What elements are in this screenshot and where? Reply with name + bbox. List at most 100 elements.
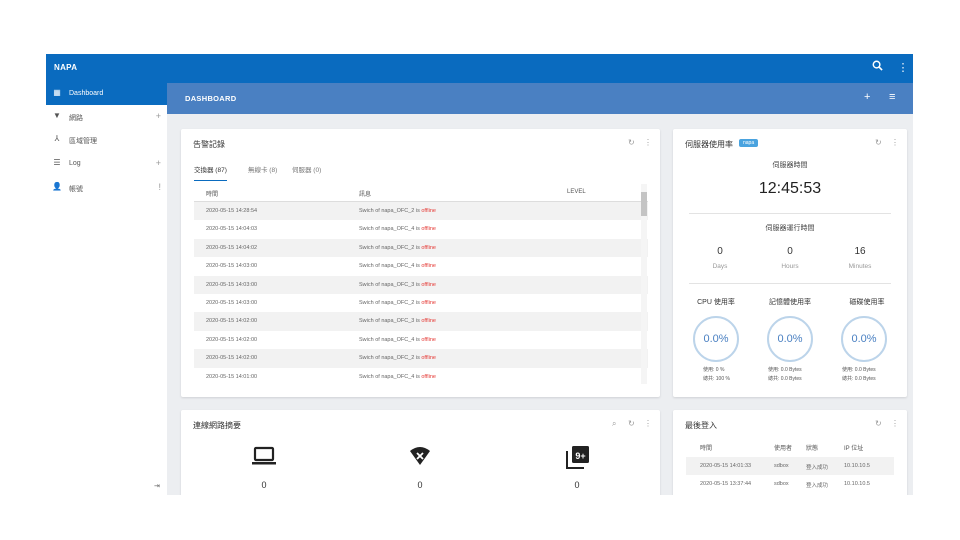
card-title: 連線網路摘要 [193,421,241,430]
sidebar-item-label: Log [69,160,81,167]
table-row[interactable]: 2020-05-15 13:37:44 sdbox 登入成功 10.10.10.… [686,475,894,493]
status-badge: offline [421,226,436,233]
uptime-days: 0 [717,246,723,257]
table-row[interactable]: 2020-05-15 14:28:54 Swich of napa_OFC_2 i… [194,202,648,221]
alert-message-text: Swich of napa_OFC_2 is [359,208,422,214]
refresh-icon[interactable]: ↻ [628,138,635,147]
sidebar: ▦ Dashboard ▼ 網路 + ⅄ 區域管理 ☰ Log + 👤 帳號 !… [46,83,167,495]
column-header[interactable]: 狀態 [806,443,818,452]
dashboard-icon: ▦ [53,88,61,97]
memory-gauge: 0.0% [767,316,813,362]
alert-message-text: Swich of napa_OFC_2 is [359,299,422,306]
filter-icon[interactable]: ≡ [889,91,895,103]
table-row[interactable]: 2020-05-15 14:03:00 Swich of napa_OFC_3 i… [194,275,648,294]
table-row[interactable]: 2020-05-15 14:02:00 Swich of napa_OFC_2 i… [194,349,648,368]
alert-message-text: Swich of napa_OFC_4 is [359,263,422,270]
alert-message: Swich of napa_OFC_2 is offline [359,300,436,306]
refresh-icon[interactable]: ↻ [875,138,882,147]
table-scrollbar[interactable] [641,184,647,384]
search-icon[interactable] [869,60,885,76]
table-body: 2020-05-15 14:28:54 Swich of napa_OFC_2 i… [194,202,648,384]
uptime-hours-unit: Hours [781,263,799,270]
uptime-label: 伺服器運行時間 [765,225,815,232]
expand-icon[interactable]: + [156,111,161,121]
sidebar-item-network[interactable]: ▼ 網路 + [46,106,167,128]
wifi-icon: ▼ [53,111,61,120]
uptime-days-unit: Days [712,263,728,270]
column-header[interactable]: 時間 [700,443,712,452]
memory-label: 記憶體使用率 [769,299,811,306]
login-time: 2020-05-15 13:37:44 [700,481,752,487]
search-icon[interactable]: ⌕ [612,419,616,429]
table-row[interactable]: 2020-05-15 14:03:00 Swich of napa_OFC_4 i… [194,257,648,275]
table-row[interactable]: 2020-05-15 14:01:00 Swich of napa_OFC_4 i… [194,368,648,384]
alerts-table: 時間 訊息 LEVEL 2020-05-15 14:28:54 Swich of … [194,184,648,384]
tab-switch[interactable]: 交換器 (87) [194,164,227,181]
alert-message: Swich of napa_OFC_4 is offline [359,337,436,343]
list-icon: ☰ [53,158,61,167]
column-header[interactable]: IP 位址 [844,443,863,452]
top-app-bar: NAPA ⋮ [46,54,913,83]
alert-message: Swich of napa_OFC_4 is offline [359,374,436,380]
table-row[interactable]: 2020-05-15 14:04:03 Swich of napa_OFC_4 i… [194,220,648,238]
more-vert-icon[interactable]: ⋮ [644,419,652,428]
column-header[interactable]: 訊息 [359,189,371,198]
logout-icon[interactable]: ⇥ [154,482,160,490]
alert-message-text: Swich of napa_OFC_2 is [359,355,422,362]
server-usage-card: 伺服器使用率 napa ↻ ⋮ 伺服器時間 12:45:53 伺服器運行時間 0… [673,129,907,397]
alert-message: Swich of napa_OFC_4 is offline [359,226,436,232]
table-row[interactable]: 2020-05-15 14:04:02 Swich of napa_OFC_2 i… [194,238,648,258]
expand-icon[interactable]: + [156,158,161,168]
table-row[interactable]: 2020-05-15 14:03:00 Swich of napa_OFC_2 i… [194,294,648,312]
user-icon: 👤 [52,182,62,191]
refresh-icon[interactable]: ↻ [628,419,635,428]
server-badge: napa [739,139,759,147]
alert-message: Swich of napa_OFC_3 is offline [359,282,436,288]
refresh-icon[interactable]: ↻ [875,419,882,428]
scrollbar-thumb[interactable] [641,192,647,216]
app-brand[interactable]: NAPA [54,63,77,72]
column-header[interactable]: LEVEL [567,189,586,195]
status-badge: offline [421,281,436,288]
sidebar-item-area[interactable]: ⅄ 區域管理 [46,129,167,151]
alert-message-text: Swich of napa_OFC_4 is [359,226,422,233]
alert-message: Swich of napa_OFC_3 is offline [359,318,436,324]
column-header[interactable]: 使用者 [774,443,792,452]
more-vert-icon[interactable]: ⋮ [891,138,899,147]
alert-message-text: Swich of napa_OFC_4 is [359,336,422,343]
expand-icon[interactable]: ! [158,182,161,192]
more-vert-icon[interactable]: ⋮ [895,60,911,76]
status-badge: offline [421,373,436,380]
alert-time: 2020-05-15 14:01:00 [206,373,258,380]
table-row[interactable]: 2020-05-15 14:01:33 sdbox 登入成功 10.10.10.… [686,457,894,475]
status-badge: offline [421,336,436,343]
alert-time: 2020-05-15 14:02:00 [206,355,258,362]
column-header[interactable]: 時間 [206,189,218,198]
more-vert-icon[interactable]: ⋮ [891,419,899,428]
filter-9-plus-icon: 9+ [566,445,590,474]
sidebar-item-label: 帳號 [69,186,83,193]
table-row[interactable]: 2020-05-15 14:02:00 Swich of napa_OFC_3 i… [194,312,648,331]
login-user: sdbox [774,481,789,487]
disk-used: 使用: 0.0 Bytes [842,367,876,373]
more-vert-icon[interactable]: ⋮ [644,138,652,147]
divider [689,213,891,214]
uptime-hours: 0 [787,246,793,257]
alert-time: 2020-05-15 14:04:02 [206,244,258,251]
sidebar-item-dashboard[interactable]: ▦ Dashboard [46,83,167,105]
laptop-icon [252,446,276,471]
status-badge: offline [421,263,436,270]
sidebar-item-label: 網路 [69,115,83,122]
alert-time: 2020-05-15 14:28:54 [206,208,258,214]
table-row[interactable]: 2020-05-15 14:02:00 Swich of napa_OFC_4 i… [194,331,648,349]
add-icon[interactable]: + [864,91,870,103]
alert-message-text: Swich of napa_OFC_3 is [359,318,422,325]
cpu-label: CPU 使用率 [697,299,735,306]
tab-server[interactable]: 伺服器 (0) [292,164,321,180]
tab-wireless[interactable]: 無線卡 (8) [248,164,277,180]
server-time: 12:45:53 [758,180,822,197]
sidebar-item-log[interactable]: ☰ Log + [46,153,167,175]
sidebar-item-account[interactable]: 👤 帳號 ! [46,177,167,199]
disk-total: 總共: 0.0 Bytes [842,376,876,382]
sidebar-item-label: 區域管理 [69,138,97,145]
